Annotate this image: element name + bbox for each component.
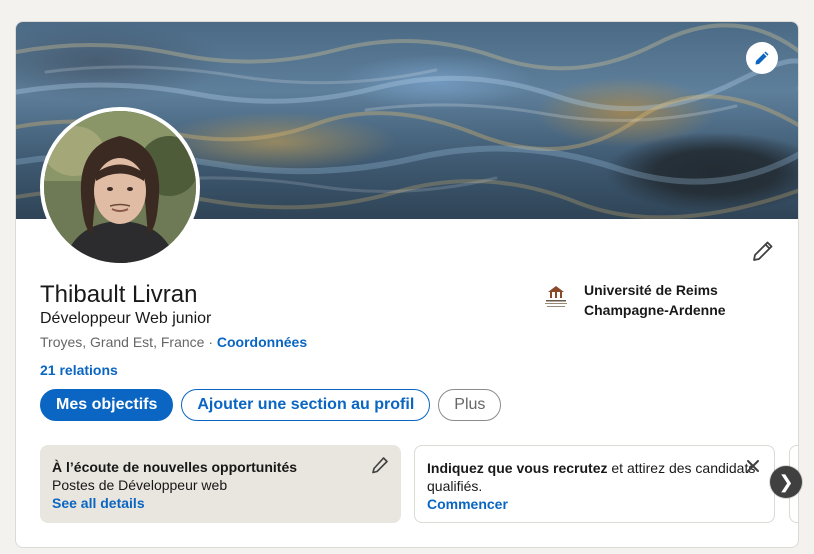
cover-edit-button[interactable] bbox=[746, 42, 778, 74]
school-name-line1: Université de Reims bbox=[584, 282, 718, 298]
close-icon bbox=[747, 460, 759, 472]
chevron-right-icon: ❯ bbox=[778, 471, 794, 492]
school-name: Université de Reims Champagne-Ardenne bbox=[584, 280, 734, 320]
pencil-icon bbox=[753, 241, 773, 261]
add-profile-section-button[interactable]: Ajouter une section au profil bbox=[181, 389, 431, 421]
carousel-next-button[interactable]: ❯ bbox=[770, 466, 802, 498]
profile-headline: Développeur Web junior bbox=[40, 310, 212, 327]
school-logo bbox=[540, 280, 572, 312]
location-separator: · bbox=[204, 334, 217, 350]
more-button[interactable]: Plus bbox=[438, 389, 502, 421]
hiring-start-link[interactable]: Commencer bbox=[427, 495, 762, 513]
profile-actions: Mes objectifs Ajouter une section au pro… bbox=[40, 389, 502, 421]
profile-name: Thibault Livran bbox=[40, 281, 198, 308]
see-all-details-link[interactable]: See all details bbox=[52, 494, 389, 512]
location-text: Troyes, Grand Est, France bbox=[40, 334, 205, 350]
education-entry[interactable]: Université de Reims Champagne-Ardenne bbox=[540, 280, 734, 320]
profile-photo bbox=[44, 111, 196, 263]
contact-info-link[interactable]: Coordonnées bbox=[217, 334, 307, 350]
open-to-button[interactable]: Mes objectifs bbox=[40, 389, 174, 421]
location-line: Troyes, Grand Est, France · Coordonnées bbox=[40, 334, 307, 350]
connections-link[interactable]: 21 relations bbox=[40, 362, 118, 378]
edit-intro-button[interactable] bbox=[748, 236, 778, 266]
pencil-icon bbox=[372, 457, 388, 474]
open-to-work-card[interactable]: À l’écoute de nouvelles opportunités Pos… bbox=[40, 445, 401, 523]
hiring-text: Indiquez que vous recrutez et attirez de… bbox=[427, 459, 762, 495]
hiring-card[interactable]: Indiquez que vous recrutez et attirez de… bbox=[414, 445, 775, 523]
pencil-icon bbox=[755, 51, 769, 65]
open-to-work-edit-button[interactable] bbox=[371, 456, 389, 474]
open-to-work-title: À l’écoute de nouvelles opportunités bbox=[52, 459, 298, 475]
profile-card: Thibault Livran Développeur Web junior T… bbox=[15, 21, 799, 548]
avatar[interactable] bbox=[40, 107, 200, 267]
school-crest-icon bbox=[545, 286, 567, 307]
open-to-work-subtitle: Postes de Développeur web bbox=[52, 477, 228, 493]
hiring-text-bold: Indiquez que vous recrutez bbox=[427, 460, 608, 476]
hiring-close-button[interactable] bbox=[744, 457, 762, 475]
school-name-line2: Champagne-Ardenne bbox=[584, 302, 726, 318]
